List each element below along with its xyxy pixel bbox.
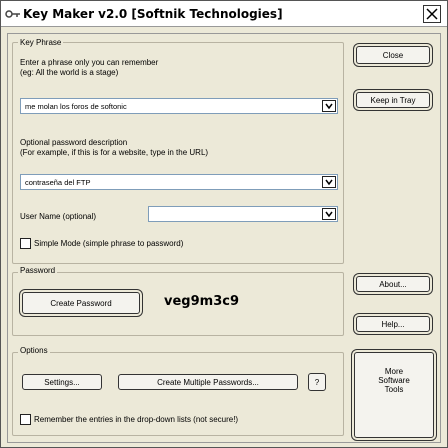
settings-button[interactable]: Settings...	[22, 374, 102, 390]
options-help-button[interactable]: ?	[308, 373, 326, 391]
help-button[interactable]: Help...	[356, 316, 430, 332]
username-combo[interactable]	[148, 206, 338, 222]
key-phrase-dropdown-button[interactable]	[322, 100, 336, 112]
username-label: User Name (optional)	[20, 212, 97, 221]
description-value: contraseña del FTP	[25, 178, 91, 187]
description-combo[interactable]: contraseña del FTP	[20, 174, 338, 190]
phrase-example: (eg: All the world is a stage)	[20, 68, 119, 77]
options-group-title: Options	[18, 346, 50, 355]
password-group-title: Password	[18, 266, 58, 275]
close-button[interactable]: Close	[356, 46, 430, 64]
description-dropdown-button[interactable]	[322, 176, 336, 188]
chevron-down-icon	[325, 179, 333, 186]
window-title: Key Maker v2.0 [Softnik Technologies]	[23, 7, 283, 21]
phrase-instruction: Enter a phrase only you can remember	[20, 58, 159, 67]
description-hint: (For example, if this is for a website, …	[20, 148, 209, 157]
close-icon	[426, 8, 438, 20]
keep-in-tray-button[interactable]: Keep in Tray	[356, 92, 430, 108]
key-phrase-group-title: Key Phrase	[18, 38, 64, 47]
key-maker-window: Key Maker v2.0 [Softnik Technologies] Ke…	[0, 0, 448, 448]
generated-password: veg9m3c9	[164, 294, 239, 309]
more-line-3: Tools	[384, 385, 404, 394]
more-line-1: More	[384, 367, 404, 376]
more-software-tools-button[interactable]: More Software Tools	[354, 352, 434, 438]
create-multiple-passwords-button[interactable]: Create Multiple Passwords...	[118, 374, 298, 390]
username-dropdown-button[interactable]	[322, 208, 336, 220]
simple-mode-checkbox[interactable]	[20, 238, 31, 249]
create-password-button[interactable]: Create Password	[22, 292, 140, 314]
chevron-down-icon	[325, 103, 333, 110]
key-phrase-value: me molan los foros de softonic	[25, 102, 127, 111]
title-bar: Key Maker v2.0 [Softnik Technologies]	[1, 1, 447, 27]
remember-entries-label: Remember the entries in the drop-down li…	[34, 415, 239, 424]
description-label: Optional password description	[20, 138, 128, 147]
main-panel: Key Phrase Enter a phrase only you can r…	[7, 33, 441, 443]
key-icon	[5, 10, 20, 18]
chevron-down-icon	[325, 211, 333, 218]
simple-mode-label: Simple Mode (simple phrase to password)	[34, 239, 184, 248]
remember-entries-checkbox[interactable]	[20, 414, 31, 425]
key-phrase-combo[interactable]: me molan los foros de softonic	[20, 98, 338, 114]
more-line-2: Software	[378, 376, 410, 385]
window-close-button[interactable]	[423, 5, 441, 23]
about-button[interactable]: About...	[356, 276, 430, 292]
